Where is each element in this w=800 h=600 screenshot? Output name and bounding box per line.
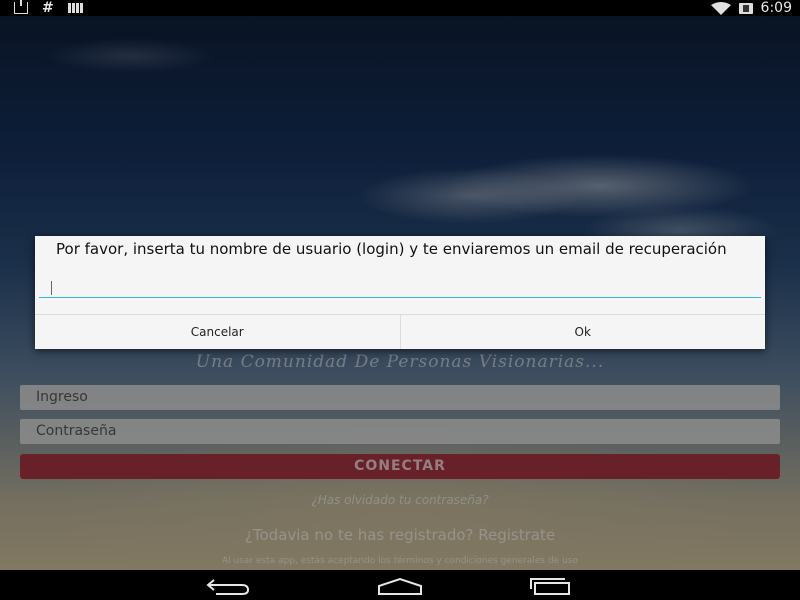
recent-apps-button[interactable] (520, 575, 580, 597)
recovery-username-input[interactable] (39, 278, 761, 298)
hash-icon: # (42, 0, 54, 16)
signal-bars-icon (67, 3, 83, 13)
text-cursor (51, 281, 52, 295)
status-bar-right: 6:09 (710, 0, 792, 16)
clock: 6:09 (760, 0, 792, 16)
wifi-icon (710, 1, 731, 15)
home-button[interactable] (370, 575, 430, 597)
dialog-message: Por favor, inserta tu nombre de usuario … (56, 240, 727, 258)
status-bar-left: # (14, 0, 83, 16)
battery-icon (738, 2, 753, 14)
download-icon (14, 0, 28, 14)
navigation-bar (0, 570, 800, 600)
back-icon (206, 579, 250, 595)
password-recovery-dialog: Por favor, inserta tu nombre de usuario … (35, 236, 765, 349)
back-button[interactable] (198, 575, 258, 597)
ok-button[interactable]: Ok (401, 315, 766, 349)
recent-apps-icon (530, 578, 570, 595)
home-icon (378, 577, 422, 595)
cancel-button[interactable]: Cancelar (35, 315, 401, 349)
dialog-button-bar: Cancelar Ok (35, 314, 765, 349)
status-bar: # 6:09 (0, 0, 800, 16)
